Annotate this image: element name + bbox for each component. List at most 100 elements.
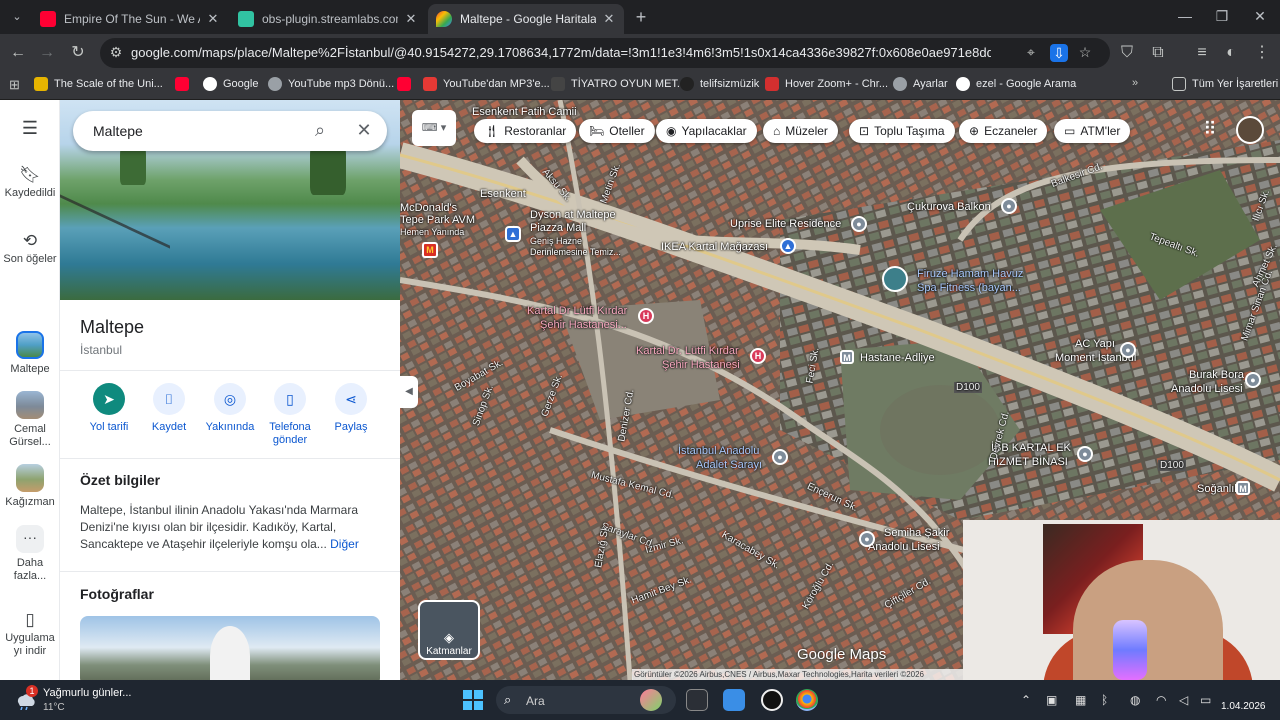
bookmark-item[interactable]: Ayarlar: [893, 77, 948, 91]
map-label[interactable]: Burak Bora: [1189, 369, 1244, 381]
search-icon[interactable]: ⌕: [309, 120, 331, 141]
bookmark-item[interactable]: telifsizmüzik: [680, 77, 759, 91]
building-pin-icon[interactable]: ●: [1001, 198, 1017, 214]
rail-cemal[interactable]: Cemal Gürsel...: [0, 391, 60, 449]
avatar[interactable]: [1236, 116, 1264, 144]
obs-icon[interactable]: [761, 689, 783, 711]
hospital-pin-icon[interactable]: H: [750, 348, 766, 364]
photo-thumbnail[interactable]: [80, 616, 380, 680]
map-label[interactable]: Kartal Dr Lütfi Kırdar: [527, 305, 627, 317]
bookmark-item[interactable]: YouTube mp3 Dönü...: [268, 77, 394, 91]
windows-start-icon[interactable]: [463, 690, 483, 710]
map-label[interactable]: Semiha Şakir: [884, 527, 949, 539]
save-button[interactable]: ⌷ Kaydet: [139, 383, 199, 434]
bookmark-item[interactable]: The Scale of the Uni...: [34, 77, 163, 91]
bookmark-item[interactable]: [397, 77, 417, 91]
search-box[interactable]: Maltepe ⌕ ✕: [73, 111, 387, 151]
rail-saved[interactable]: 🔖︎ Kaydedildi: [0, 166, 60, 200]
close-icon[interactable]: ✕: [206, 11, 220, 27]
map-label[interactable]: IKEA Kartal Mağazası: [661, 241, 768, 253]
tray-app-icon[interactable]: ◍: [1130, 693, 1140, 707]
map-label[interactable]: Uprise Elite Residence: [730, 218, 841, 230]
location-icon[interactable]: ⌖: [1022, 44, 1040, 61]
window-close-icon[interactable]: ✕: [1252, 8, 1268, 25]
map-label[interactable]: Adalet Sarayı: [696, 459, 762, 471]
map-label[interactable]: AC Yapı: [1075, 338, 1115, 350]
rail-kagizman[interactable]: Kağızman: [0, 464, 60, 509]
extensions-icon[interactable]: ⧉: [1148, 43, 1168, 63]
layers-button[interactable]: ◈ Katmanlar: [418, 600, 480, 660]
shopping-pin-icon[interactable]: ▲: [780, 238, 796, 254]
directions-button[interactable]: ➤ Yol tarifi: [79, 383, 139, 434]
flower-widget-icon[interactable]: [640, 689, 662, 711]
volume-icon[interactable]: ◁: [1179, 693, 1188, 707]
map-label[interactable]: Geniş Hazne: [530, 236, 582, 246]
mcdonalds-pin-icon[interactable]: M: [422, 242, 438, 258]
bookmark-item[interactable]: Hover Zoom+ - Chr...: [765, 77, 888, 91]
map-label[interactable]: Esenkent: [480, 188, 526, 200]
map-label[interactable]: Spa Fitness (bayan...: [917, 282, 1021, 294]
nvidia-icon[interactable]: ▦: [1075, 693, 1086, 707]
reload-icon[interactable]: ↻: [68, 43, 88, 63]
settings-app-icon[interactable]: [723, 689, 745, 711]
bookmarks-overflow-icon[interactable]: »: [1132, 77, 1138, 89]
tab-youtube[interactable]: Empire Of The Sun - We Are Th ✕: [32, 4, 228, 34]
clear-search-icon[interactable]: ✕: [353, 120, 375, 141]
install-app-icon[interactable]: ⇩: [1050, 44, 1068, 62]
map-label[interactable]: Piazza Mall: [530, 222, 586, 234]
send-to-phone-button[interactable]: ▯ Telefona gönder: [260, 383, 320, 447]
map-label[interactable]: Firuze Hamam Havuz: [917, 268, 1023, 280]
chip-museums[interactable]: ⌂ Müzeler: [763, 119, 838, 143]
map-label[interactable]: McDonald's: [400, 202, 457, 214]
map-label[interactable]: Esenkent Fatih Camii: [472, 106, 577, 118]
map-label[interactable]: Tepe Park AVM: [400, 214, 475, 226]
chip-restaurants[interactable]: 🍴︎ Restoranlar: [474, 119, 577, 143]
nearby-button[interactable]: ◎ Yakınında: [200, 383, 260, 434]
map-label[interactable]: HİZMET BİNASI: [988, 456, 1068, 468]
map-label[interactable]: Hemen Yanında: [400, 227, 464, 237]
metro-pin-icon[interactable]: M: [840, 350, 854, 364]
back-icon[interactable]: ←: [8, 43, 28, 63]
spa-photo-pin[interactable]: [882, 266, 908, 292]
shopping-pin-icon[interactable]: ▲: [505, 226, 521, 242]
wifi-icon[interactable]: ◠: [1156, 693, 1166, 707]
rail-more[interactable]: ··· Daha fazla...: [0, 525, 60, 583]
chip-pharmacies[interactable]: ⊕ Eczaneler: [959, 119, 1048, 143]
map-label[interactable]: Şehir Hastanesi: [662, 359, 740, 371]
share-button[interactable]: ⋖ Paylaş: [321, 383, 381, 434]
battery-icon[interactable]: ▭: [1200, 693, 1211, 707]
bookmark-item[interactable]: [175, 77, 195, 91]
map-label[interactable]: Hastane-Adliye: [860, 352, 935, 364]
government-pin-icon[interactable]: ●: [1077, 446, 1093, 462]
reading-list-icon[interactable]: ≡: [1192, 43, 1212, 63]
bookmark-item[interactable]: ezel - Google Arama: [956, 77, 1076, 91]
map-label[interactable]: İstanbul Anadolu: [678, 445, 759, 457]
chip-hotels[interactable]: 🛏︎ Oteller: [579, 119, 655, 143]
address-bar[interactable]: ⚙ google.com/maps/place/Maltepe%2Fİstanb…: [100, 38, 1110, 68]
keyboard-shortcuts-button[interactable]: ⌨ ▾: [412, 110, 456, 146]
building-pin-icon[interactable]: ●: [1120, 342, 1136, 358]
rail-maltepe[interactable]: Maltepe: [0, 331, 60, 376]
browser-menu-icon[interactable]: ⋮: [1252, 43, 1272, 63]
school-pin-icon[interactable]: ●: [1245, 372, 1261, 388]
map-label[interactable]: Derinlemesine Temiz...: [530, 247, 621, 257]
new-tab-icon[interactable]: +: [632, 7, 650, 28]
search-input[interactable]: Maltepe: [93, 123, 143, 139]
metro-pin-icon[interactable]: M: [1236, 481, 1250, 495]
map-label[interactable]: Çukurova Balkon: [907, 201, 991, 213]
hospital-pin-icon[interactable]: H: [638, 308, 654, 324]
all-bookmarks[interactable]: Tüm Yer İşaretleri: [1172, 77, 1278, 91]
map-label[interactable]: Dyson at Maltepe: [530, 209, 616, 221]
collapse-panel-button[interactable]: ◀: [400, 376, 418, 408]
bluetooth-icon[interactable]: ᛒ: [1101, 693, 1108, 707]
school-pin-icon[interactable]: ●: [859, 531, 875, 547]
chip-atms[interactable]: ▭ ATM'ler: [1054, 119, 1131, 143]
bookmark-star-icon[interactable]: ☆: [1076, 44, 1094, 61]
tray-app-icon[interactable]: ▣: [1046, 693, 1057, 707]
maximize-icon[interactable]: ❐: [1214, 8, 1230, 25]
tab-google-maps[interactable]: Maltepe - Google Haritalar ✕: [428, 4, 624, 34]
map-label[interactable]: Soğanlık: [1197, 483, 1240, 495]
chip-things-to-do[interactable]: ◉ Yapılacaklar: [656, 119, 757, 143]
weather-title[interactable]: Yağmurlu günler...: [43, 687, 131, 699]
tab-streamlabs[interactable]: obs-plugin.streamlabs.com/aut ✕: [230, 4, 426, 34]
